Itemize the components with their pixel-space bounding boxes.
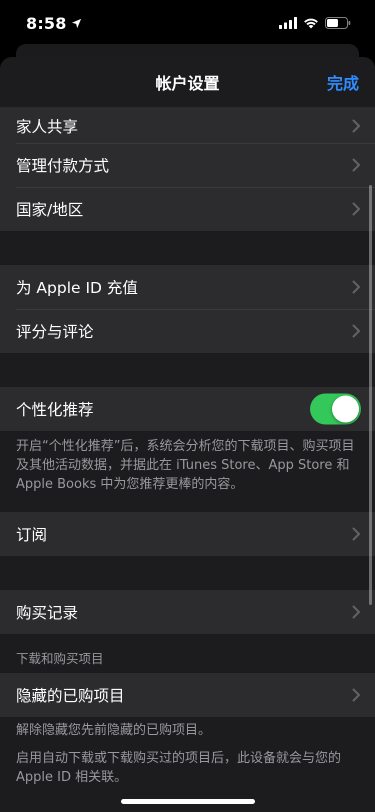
screen: 8:58 帐户设置 完成 家人共享 管理付款方式 国家/地区 为 Apple I…: [0, 0, 375, 812]
chevron-right-icon: [352, 280, 360, 294]
location-arrow-icon: [71, 18, 81, 28]
scroll-indicator: [369, 185, 372, 605]
account-settings-sheet: 帐户设置 完成 家人共享 管理付款方式 国家/地区 为 Apple ID 充值: [0, 57, 375, 812]
row-label: 为 Apple ID 充值: [16, 279, 138, 297]
row-subscriptions[interactable]: 订阅: [0, 512, 375, 556]
personalized-recommendations-toggle[interactable]: [310, 393, 361, 425]
row-country-region[interactable]: 国家/地区: [0, 187, 375, 231]
purchase-history-group: 购买记录: [0, 590, 375, 634]
hidden-purchases-footer: 解除隐藏您先前隐藏的已购项目。: [16, 723, 212, 738]
chevron-right-icon: [352, 324, 360, 338]
subscriptions-group: 订阅: [0, 512, 375, 556]
chevron-right-icon: [352, 527, 360, 541]
hidden-purchases-group: 隐藏的已购项目: [0, 673, 375, 717]
auto-download-footer: 启用自动下载或下载购买过的项目后，此设备就会与您的 Apple ID 相关联。: [16, 751, 342, 785]
row-label: 国家/地区: [16, 201, 84, 219]
row-personalized-recommendations: 个性化推荐: [0, 387, 375, 431]
wifi-icon: [304, 18, 318, 29]
row-ratings-reviews[interactable]: 评分与评论: [0, 309, 375, 353]
row-label: 隐藏的已购项目: [16, 687, 125, 705]
row-purchase-history[interactable]: 购买记录: [0, 590, 375, 634]
home-indicator[interactable]: [120, 799, 255, 804]
row-hidden-purchases[interactable]: 隐藏的已购项目: [0, 673, 375, 717]
chevron-right-icon: [352, 688, 360, 702]
chevron-right-icon: [352, 605, 360, 619]
account-group: 家人共享 管理付款方式 国家/地区: [0, 108, 375, 231]
section-gap: [0, 353, 375, 387]
battery-icon: [325, 17, 351, 29]
status-icons: [279, 17, 351, 29]
downloads-section-header: 下载和购买项目: [16, 651, 104, 666]
chevron-right-icon: [352, 158, 360, 172]
nav-bar: 帐户设置 完成: [0, 57, 375, 108]
row-label: 家人共享: [16, 117, 79, 136]
status-time-wrap: 8:58: [26, 14, 82, 33]
balance-group: 为 Apple ID 充值 评分与评论: [0, 265, 375, 353]
row-label: 评分与评论: [16, 323, 94, 341]
status-time: 8:58: [26, 13, 67, 33]
status-bar: 8:58: [0, 0, 375, 46]
chevron-right-icon: [352, 202, 360, 216]
chevron-right-icon: [352, 119, 360, 132]
personalization-footer: 开启“个性化推荐”后，系统会分析您的下载项目、购买项目及其他活动数据，并据此在 …: [16, 439, 355, 492]
toggle-knob: [332, 395, 359, 423]
done-button[interactable]: 完成: [327, 57, 359, 107]
row-family-sharing[interactable]: 家人共享: [0, 108, 375, 143]
personalization-group: 个性化推荐: [0, 387, 375, 431]
section-gap: [0, 231, 375, 265]
row-label: 订阅: [16, 526, 48, 544]
row-add-funds[interactable]: 为 Apple ID 充值: [0, 265, 375, 309]
section-gap: [0, 556, 375, 590]
page-title: 帐户设置: [155, 74, 220, 93]
row-label: 个性化推荐: [16, 401, 94, 419]
row-label: 购买记录: [16, 604, 79, 622]
cellular-signal-icon: [279, 17, 297, 29]
row-label: 管理付款方式: [16, 157, 110, 175]
row-manage-payment[interactable]: 管理付款方式: [0, 143, 375, 187]
